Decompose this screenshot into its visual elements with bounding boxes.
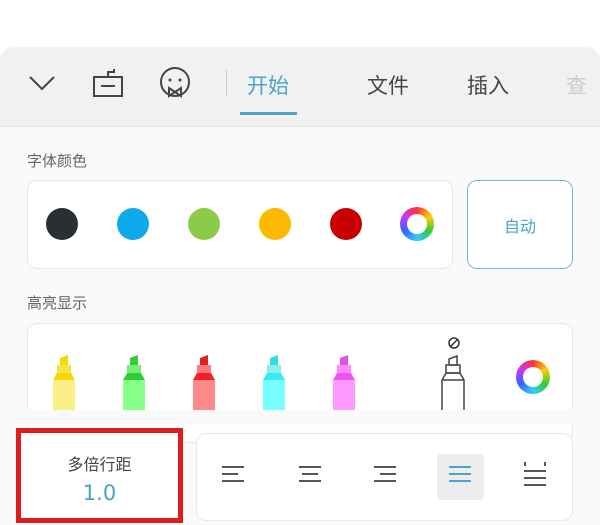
distribute-icon[interactable] xyxy=(522,462,550,490)
tab-start[interactable]: 开始 xyxy=(247,70,289,100)
no-highlight-icon xyxy=(448,337,460,349)
highlighter-pink xyxy=(333,355,355,410)
tab-review[interactable]: 查 xyxy=(566,70,587,100)
divider xyxy=(226,70,227,96)
justify-button[interactable] xyxy=(437,454,484,500)
font-color-label: 字体颜色 xyxy=(27,152,88,170)
color-swatch-yellow[interactable] xyxy=(259,208,291,240)
active-tab-indicator xyxy=(240,112,297,115)
align-left-icon[interactable] xyxy=(220,462,248,490)
chevron-down-icon[interactable] xyxy=(28,74,56,92)
align-right-icon[interactable] xyxy=(372,462,400,490)
tab-insert[interactable]: 插入 xyxy=(467,70,509,100)
line-spacing-label: 多倍行距 xyxy=(67,455,132,474)
keyboard-icon[interactable] xyxy=(92,68,124,98)
highlighter-red xyxy=(193,355,215,410)
color-swatch-black[interactable] xyxy=(46,208,78,240)
color-swatch-blue[interactable] xyxy=(117,208,149,240)
color-wheel-icon[interactable] xyxy=(400,207,434,241)
line-spacing-button[interactable]: 多倍行距 1.0 xyxy=(16,428,183,523)
color-swatch-green[interactable] xyxy=(188,208,220,240)
highlighter-none xyxy=(441,354,465,410)
highlighter-row xyxy=(53,354,465,410)
align-center-icon[interactable] xyxy=(296,462,324,490)
highlighter-yellow xyxy=(53,355,75,410)
highlight-color-wheel-icon[interactable] xyxy=(516,360,550,394)
emoji-icon[interactable] xyxy=(158,66,192,100)
auto-color-button[interactable]: 自动 xyxy=(467,180,573,269)
toolbar xyxy=(0,47,600,127)
font-color-panel xyxy=(27,180,453,269)
highlight-label: 高亮显示 xyxy=(27,294,88,312)
line-spacing-value: 1.0 xyxy=(82,481,117,505)
color-swatch-red[interactable] xyxy=(330,208,362,240)
highlighter-cyan xyxy=(263,355,285,410)
highlighter-green xyxy=(123,355,145,410)
tab-file[interactable]: 文件 xyxy=(367,70,409,100)
